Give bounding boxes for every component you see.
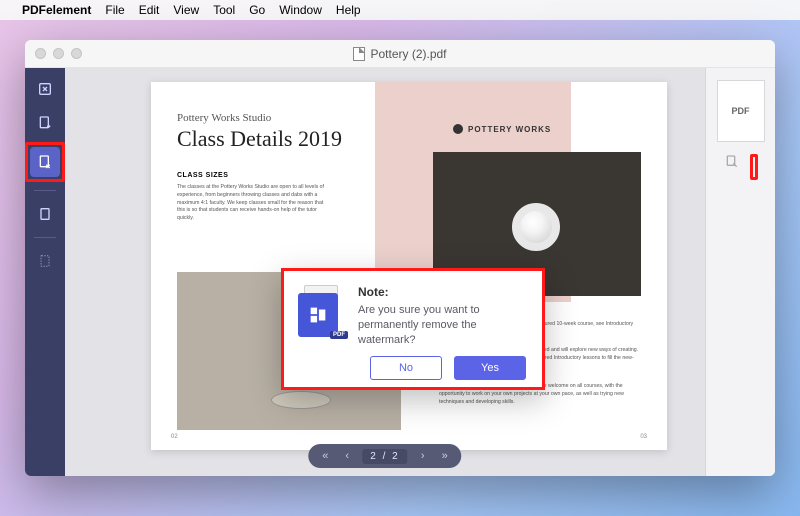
page-dashed-icon: [37, 253, 53, 269]
page-number-right: 03: [640, 434, 647, 440]
window-minimize-button[interactable]: [53, 48, 64, 59]
doc-title: Class Details 2019: [177, 126, 342, 152]
dialog-no-button[interactable]: No: [370, 356, 442, 380]
sidebar-watermark-tool[interactable]: [30, 147, 60, 177]
window-zoom-button[interactable]: [71, 48, 82, 59]
thumbnail-label: PDF: [732, 106, 750, 116]
page-edit-icon: [37, 154, 53, 170]
doc-subtitle: Pottery Works Studio: [177, 112, 271, 124]
menu-view[interactable]: View: [173, 3, 199, 17]
dialog-message: Are you sure you want to permanently rem…: [358, 303, 526, 348]
pdf-badge: PDF: [330, 331, 348, 339]
sidebar-page-tool[interactable]: [30, 199, 60, 229]
page-number-left: 02: [171, 434, 178, 440]
edit-watermark-button[interactable]: [724, 154, 740, 170]
sidebar-separator: [34, 237, 56, 238]
body-paragraph: The classes at the Pottery Works Studio …: [177, 184, 327, 223]
app-window: Pottery (2).pdf: [25, 40, 775, 476]
document-icon: [353, 47, 365, 61]
cup-photo: [481, 192, 591, 262]
window-body: Pottery Works Studio Class Details 2019 …: [25, 68, 775, 476]
prev-page-button[interactable]: ‹: [340, 449, 354, 463]
menu-go[interactable]: Go: [249, 3, 265, 17]
confirm-dialog: PDF Note: Are you sure you want to perma…: [281, 268, 545, 390]
page-icon: [37, 206, 53, 222]
thumbnail-tools: [724, 154, 758, 180]
square-x-icon: [37, 81, 53, 97]
left-sidebar: [25, 68, 65, 476]
highlight-marker: [25, 142, 65, 182]
thumbnail-panel: PDF: [705, 68, 775, 476]
logo-dot-icon: [453, 124, 463, 134]
page-navigator: « ‹ 2 / 2 › »: [308, 444, 461, 468]
menu-window[interactable]: Window: [279, 3, 322, 17]
pencil-page-icon: [724, 154, 740, 170]
page-plus-icon: [37, 115, 53, 131]
menu-tool[interactable]: Tool: [213, 3, 235, 17]
sidebar-export-tool[interactable]: [30, 108, 60, 138]
last-page-button[interactable]: »: [438, 449, 452, 463]
first-page-button[interactable]: «: [318, 449, 332, 463]
page-indicator[interactable]: 2 / 2: [362, 449, 407, 464]
dialog-yes-button[interactable]: Yes: [454, 356, 526, 380]
brand-logo: POTTERY WORKS: [453, 124, 551, 134]
macos-menubar: PDFelement File Edit View Tool Go Window…: [0, 0, 800, 20]
sidebar-close-tool[interactable]: [30, 74, 60, 104]
dialog-app-icon: PDF: [298, 285, 346, 337]
window-titlebar: Pottery (2).pdf: [25, 40, 775, 68]
next-page-button[interactable]: ›: [416, 449, 430, 463]
window-title: Pottery (2).pdf: [370, 47, 446, 61]
window-controls: [25, 48, 82, 59]
sidebar-form-tool[interactable]: [30, 246, 60, 276]
brand-name: POTTERY WORKS: [468, 125, 551, 134]
app-menu[interactable]: PDFelement: [22, 3, 91, 17]
menu-help[interactable]: Help: [336, 3, 361, 17]
section-heading: CLASS SIZES: [177, 172, 228, 179]
page-thumbnail[interactable]: PDF: [717, 80, 765, 142]
window-close-button[interactable]: [35, 48, 46, 59]
dialog-title: Note:: [358, 285, 526, 299]
menu-edit[interactable]: Edit: [139, 3, 160, 17]
app-logo-icon: [307, 304, 329, 326]
sidebar-separator: [34, 190, 56, 191]
highlight-marker: [750, 154, 758, 180]
menu-file[interactable]: File: [105, 3, 124, 17]
document-page: Pottery Works Studio Class Details 2019 …: [151, 82, 667, 450]
